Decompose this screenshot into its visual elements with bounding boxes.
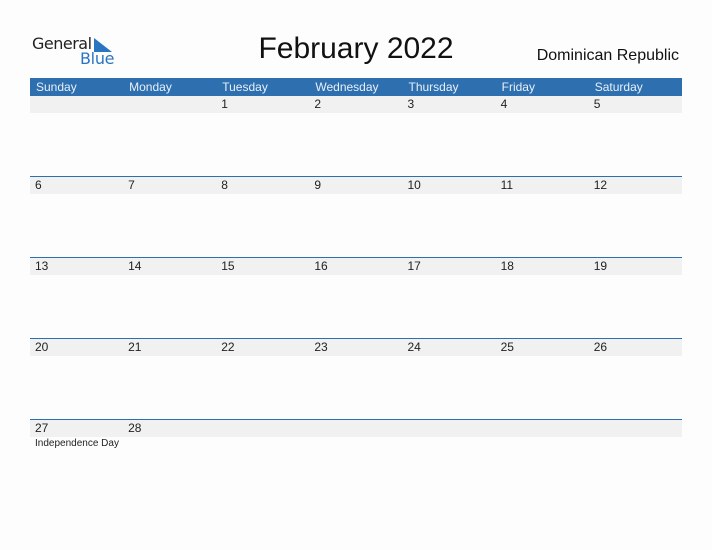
country-label: Dominican Republic xyxy=(536,47,679,64)
weekday-friday: Friday xyxy=(501,80,535,94)
day-number xyxy=(496,420,589,437)
holiday-note: Independence Day xyxy=(35,438,119,449)
weekday-thursday: Thursday xyxy=(408,80,459,94)
day-number xyxy=(403,420,496,437)
calendar-week: 6 7 8 9 10 11 12 xyxy=(30,176,682,194)
day-number xyxy=(309,420,402,437)
holiday-note xyxy=(123,437,216,451)
day-number: 27 xyxy=(35,421,49,435)
day-number: 4 xyxy=(500,97,508,111)
calendar-week: 13 14 15 16 17 18 19 xyxy=(30,257,682,275)
day-number: 26 xyxy=(593,340,608,354)
holiday-note xyxy=(309,437,402,451)
day-number: 24 xyxy=(407,340,421,354)
day-number: 2 xyxy=(314,97,322,111)
day-number: 13 xyxy=(35,259,49,273)
day-number xyxy=(30,96,123,113)
day-number: 12 xyxy=(593,178,608,192)
day-number xyxy=(216,420,309,437)
day-number: 22 xyxy=(221,340,235,354)
weekday-tuesday: Tuesday xyxy=(222,80,268,94)
day-number: 18 xyxy=(500,259,514,273)
week-date-band: 1 2 3 4 5 xyxy=(30,96,682,113)
day-number: 19 xyxy=(593,259,608,273)
day-number: 23 xyxy=(314,340,328,354)
holiday-note xyxy=(496,437,589,451)
day-number xyxy=(123,96,216,113)
week-notes: Independence Day xyxy=(30,437,682,451)
day-number: 7 xyxy=(128,178,135,192)
weekday-header: Sunday Monday Tuesday Wednesday Thursday… xyxy=(30,78,682,96)
day-number: 6 xyxy=(35,178,42,192)
week-date-band: 27 28 xyxy=(30,420,682,437)
day-number: 25 xyxy=(500,340,514,354)
day-number: 10 xyxy=(407,178,421,192)
weekday-saturday: Saturday xyxy=(594,80,643,94)
holiday-note xyxy=(403,437,496,451)
day-number: 15 xyxy=(221,259,235,273)
day-number: 16 xyxy=(314,259,328,273)
weekday-wednesday: Wednesday xyxy=(315,80,379,94)
day-number: 8 xyxy=(221,178,228,192)
weekday-sunday: Sunday xyxy=(36,80,77,94)
week-date-band: 6 7 8 9 10 11 12 xyxy=(30,177,682,194)
day-number: 28 xyxy=(128,421,142,435)
day-number: 3 xyxy=(407,97,415,111)
holiday-note xyxy=(216,437,309,451)
weekday-monday: Monday xyxy=(129,80,172,94)
week-date-band: 20 21 22 23 24 25 26 xyxy=(30,339,682,356)
day-number: 21 xyxy=(128,340,142,354)
day-number: 5 xyxy=(593,97,601,111)
day-number: 9 xyxy=(314,178,322,192)
day-number: 17 xyxy=(407,259,421,273)
calendar-week: 27 28 Independence Day xyxy=(30,419,682,451)
calendar-week: 1 2 3 4 5 xyxy=(30,96,682,113)
holiday-note xyxy=(589,437,682,451)
day-number xyxy=(589,420,682,437)
calendar-week: 20 21 22 23 24 25 26 xyxy=(30,338,682,356)
day-number: 20 xyxy=(35,340,49,354)
day-number: 11 xyxy=(500,178,514,192)
day-number: 14 xyxy=(128,259,142,273)
day-number: 1 xyxy=(221,97,228,111)
week-date-band: 13 14 15 16 17 18 19 xyxy=(30,258,682,275)
